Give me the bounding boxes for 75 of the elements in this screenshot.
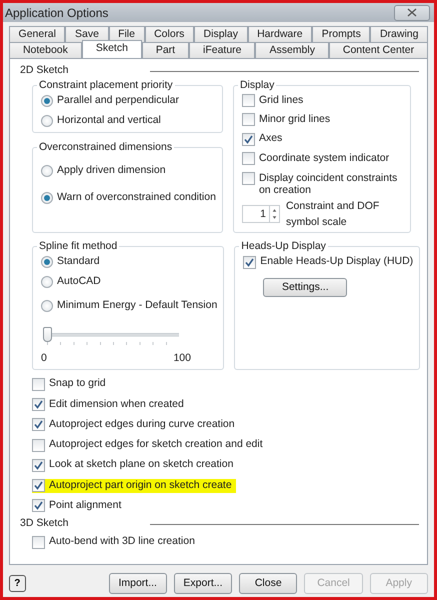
checkbox[interactable] bbox=[32, 398, 45, 411]
window-title: Application Options bbox=[5, 4, 108, 22]
checkbox-label: Point alignment bbox=[49, 498, 122, 514]
tab[interactable]: Sketch bbox=[82, 40, 142, 58]
checkbox-label: Look at sketch plane on sketch creation bbox=[49, 457, 234, 472]
settings-button[interactable]: Settings... bbox=[263, 278, 348, 297]
checkbox[interactable] bbox=[32, 458, 45, 472]
radio-button[interactable] bbox=[41, 192, 53, 204]
spinner-label: Constraint and DOF symbol scale bbox=[286, 199, 380, 230]
checkbox-label: Auto-bend with 3D line creation bbox=[49, 534, 195, 550]
checkbox[interactable] bbox=[242, 113, 255, 126]
slider-min-label: 0 bbox=[41, 351, 47, 366]
checkbox[interactable] bbox=[32, 378, 45, 391]
checkbox[interactable] bbox=[32, 418, 45, 432]
checkbox-label: Coordinate system indicator bbox=[258, 150, 390, 166]
radio-button[interactable] bbox=[41, 276, 53, 288]
tab[interactable]: Assembly bbox=[255, 42, 329, 58]
section-title: 3D Sketch bbox=[20, 516, 68, 532]
group-title: Spline fit method bbox=[38, 240, 118, 252]
tab[interactable]: Content Center bbox=[328, 42, 428, 58]
checkbox[interactable] bbox=[32, 499, 45, 512]
checkbox-label: Minor grid lines bbox=[258, 112, 330, 127]
checkbox[interactable] bbox=[32, 438, 45, 452]
checkbox-label: Autoproject edges for sketch creation and edit bbox=[49, 437, 263, 452]
group-title: Overconstrained dimensions bbox=[38, 141, 174, 153]
checkbox-label: Display coincident constraints on creation bbox=[258, 172, 398, 196]
tab[interactable]: iFeature bbox=[189, 42, 256, 58]
checkbox[interactable] bbox=[242, 132, 255, 146]
section-title: 2D Sketch bbox=[20, 63, 68, 78]
tab[interactable]: Drawing bbox=[370, 26, 428, 42]
help-button[interactable]: ? bbox=[9, 575, 26, 592]
checkbox[interactable] bbox=[242, 152, 255, 165]
dialog-button[interactable]: Export... bbox=[174, 573, 232, 594]
checkbox-label: Autoproject edges during curve creation bbox=[49, 416, 235, 432]
radio-button[interactable] bbox=[41, 256, 53, 268]
checkbox[interactable] bbox=[242, 94, 255, 107]
dialog-button[interactable]: Import... bbox=[108, 573, 167, 594]
dialog-button[interactable]: Close bbox=[239, 573, 298, 594]
radio-label: Apply driven dimension bbox=[57, 162, 166, 178]
group-title: Display bbox=[238, 79, 276, 91]
radio-label: AutoCAD bbox=[57, 274, 101, 290]
tab[interactable]: Colors bbox=[144, 26, 194, 42]
slider-thumb[interactable] bbox=[43, 327, 52, 342]
checkbox[interactable] bbox=[32, 536, 45, 549]
tab[interactable]: Hardware bbox=[248, 26, 312, 42]
group-title: Constraint placement priority bbox=[38, 79, 174, 91]
close-button[interactable] bbox=[394, 4, 430, 20]
checkbox-label: Axes bbox=[258, 131, 282, 146]
radio-label: Minimum Energy - Default Tension bbox=[57, 298, 218, 314]
radio-button[interactable] bbox=[41, 95, 53, 107]
tab[interactable]: Prompts bbox=[312, 26, 370, 42]
checkbox[interactable] bbox=[242, 172, 255, 185]
radio-button[interactable] bbox=[41, 115, 53, 127]
radio-label: Parallel and perpendicular bbox=[57, 93, 179, 108]
radio-label: Standard bbox=[57, 254, 100, 270]
radio-button[interactable] bbox=[41, 300, 53, 312]
checkbox-label: Edit dimension when created bbox=[49, 396, 184, 412]
tab[interactable]: General bbox=[9, 26, 66, 42]
close-icon bbox=[407, 8, 417, 17]
radio-label: Horizontal and vertical bbox=[57, 113, 161, 128]
group-title: Heads-Up Display bbox=[240, 240, 327, 252]
checkbox-label: Grid lines bbox=[258, 92, 304, 108]
tab[interactable]: Display bbox=[194, 26, 248, 42]
slider-max-label: 100 bbox=[173, 351, 191, 366]
checkbox-label: Snap to grid bbox=[49, 376, 106, 392]
tab[interactable]: Notebook bbox=[9, 42, 82, 58]
tab[interactable]: Save bbox=[65, 26, 109, 42]
radio-button[interactable] bbox=[41, 164, 53, 176]
checkbox[interactable] bbox=[32, 479, 45, 492]
checkbox-label: Enable Heads-Up Display (HUD) bbox=[260, 254, 414, 270]
checkbox[interactable] bbox=[243, 256, 256, 268]
tab[interactable]: Part bbox=[142, 42, 190, 58]
checkbox-label: Autoproject part origin on sketch create bbox=[49, 478, 232, 493]
radio-label: Warn of overconstrained condition bbox=[57, 190, 216, 205]
spinner-field[interactable]: 1 bbox=[242, 205, 280, 223]
